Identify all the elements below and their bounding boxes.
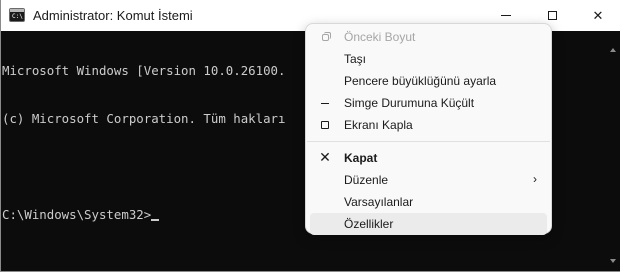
text-cursor — [151, 219, 160, 221]
menu-item-label: Ekranı Kapla — [344, 118, 413, 132]
menu-item-close[interactable]: ✕ Kapat — [310, 147, 547, 169]
menu-item-label: Varsayılanlar — [344, 195, 414, 209]
menu-item-maximize[interactable]: Ekranı Kapla — [310, 114, 547, 136]
menu-item-move[interactable]: Taşı — [310, 48, 547, 70]
menu-item-label: Önceki Boyut — [344, 30, 416, 44]
command-prompt-icon[interactable]: C:\ — [9, 8, 25, 22]
menu-item-restore[interactable]: Önceki Boyut — [310, 26, 547, 48]
maximize-icon — [319, 119, 331, 131]
prompt-text: C:\Windows\System32> — [2, 207, 152, 222]
close-icon: ✕ — [319, 149, 331, 165]
menu-item-edit[interactable]: Düzenle › — [310, 169, 547, 191]
menu-item-label: Özellikler — [344, 217, 394, 231]
scroll-down-arrow-icon[interactable] — [609, 259, 617, 265]
menu-item-minimize[interactable]: Simge Durumuna Küçült — [310, 92, 547, 114]
minimize-icon — [501, 15, 511, 16]
menu-item-label: Kapat — [344, 151, 378, 165]
menu-item-size[interactable]: Pencere büyüklüğünü ayarla — [310, 70, 547, 92]
close-icon: ✕ — [592, 7, 604, 23]
menu-separator — [307, 141, 550, 142]
close-button[interactable]: ✕ — [575, 0, 620, 31]
menu-item-label: Taşı — [344, 52, 367, 66]
scroll-up-arrow-icon[interactable] — [609, 48, 617, 54]
vertical-scrollbar[interactable] — [606, 31, 620, 271]
minimize-icon — [319, 97, 331, 109]
menu-item-label: Pencere büyüklüğünü ayarla — [344, 74, 497, 88]
menu-item-defaults[interactable]: Varsayılanlar — [310, 191, 547, 213]
menu-item-label: Düzenle — [344, 173, 389, 187]
chevron-right-icon: › — [533, 172, 537, 186]
menu-item-label: Simge Durumuna Küçült — [344, 96, 475, 110]
menu-item-properties[interactable]: Özellikler — [310, 213, 547, 235]
restore-icon — [319, 31, 331, 43]
app-icon-text: C:\ — [12, 13, 23, 20]
maximize-icon — [547, 11, 557, 20]
window-title: Administrator: Komut İstemi — [33, 8, 193, 23]
system-context-menu: Önceki Boyut Taşı Pencere büyüklüğünü ay… — [305, 23, 552, 235]
